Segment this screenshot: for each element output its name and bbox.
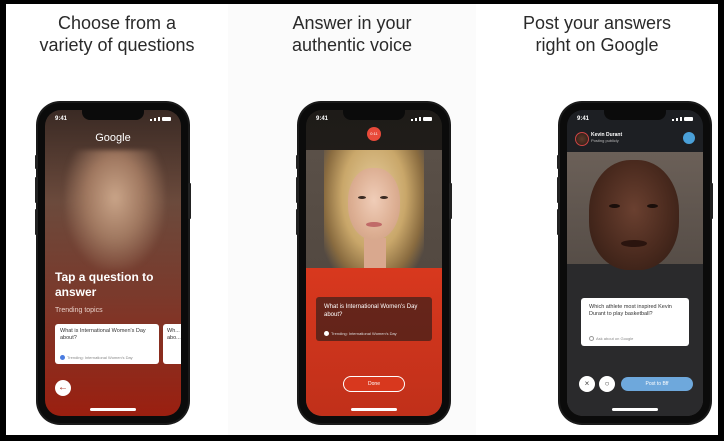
home-indicator	[90, 408, 136, 411]
section-label: Trending topics	[55, 307, 103, 314]
google-logo: Google	[95, 132, 131, 144]
topic-icon	[324, 331, 329, 336]
google-g-icon	[589, 336, 594, 341]
phone-mockup: 9:41 Kevin Durant Posting publicly Which…	[557, 103, 713, 423]
phone-screen: 9:41 0:11 What is International Women's …	[306, 110, 442, 416]
status-bar: 9:41	[577, 116, 693, 126]
panel-answer-voice: Answer in your authentic voice 9:41 0:11	[228, 4, 476, 435]
status-bar: 9:41	[55, 116, 171, 126]
person-face	[348, 168, 400, 240]
topic-label: Trending: International Women's Day	[67, 355, 133, 360]
person-shirt	[306, 268, 442, 416]
person-face	[589, 160, 679, 270]
caption-line-2: variety of questions	[39, 35, 195, 55]
panel-caption: Post your answers right on Google	[476, 12, 718, 56]
caption-line-2: authentic voice	[291, 35, 413, 55]
profile-action-icon[interactable]	[683, 132, 695, 144]
question-meta: Ask about on Google	[589, 336, 633, 341]
question-text: What is International Women's Day about?	[60, 328, 146, 341]
panel-post-answers: Post your answers right on Google 9:41 K…	[476, 4, 718, 435]
person-neck	[364, 238, 386, 270]
caption-line-1: Choose from a	[57, 13, 177, 33]
signal-icon	[150, 117, 171, 121]
back-arrow-icon[interactable]: ←	[55, 380, 71, 396]
panel-choose-questions: Choose from a variety of questions 9:41 …	[6, 4, 228, 435]
question-card-next[interactable]: Wh... abo...	[163, 324, 181, 364]
panel-caption: Choose from a variety of questions	[6, 12, 228, 56]
caption-line-2: right on Google	[535, 35, 659, 55]
panel-caption: Answer in your authentic voice	[228, 12, 476, 56]
post-controls: × ○ Post to Bff	[579, 376, 693, 392]
phone-screen: 9:41 Google Tap a question to answer Tre…	[45, 110, 181, 416]
signal-icon	[411, 117, 432, 121]
topic-label: Ask about on Google	[596, 336, 634, 341]
phone-screen: 9:41 Kevin Durant Posting publicly Which…	[567, 110, 703, 416]
post-button[interactable]: Post to Bff	[621, 377, 693, 391]
caption-line-1: Answer in your	[292, 13, 412, 33]
prompt-title: Tap a question to answer	[55, 270, 154, 299]
record-timer-badge: 0:11	[367, 127, 381, 141]
status-bar: 9:41	[316, 116, 432, 126]
avatar	[575, 132, 589, 146]
question-text: Which athlete most inspired Kevin Durant…	[589, 304, 672, 317]
screenshot-canvas: Choose from a variety of questions 9:41 …	[6, 4, 718, 435]
user-status: Posting publicly	[591, 138, 619, 143]
phone-mockup: 9:41 0:11 What is International Women's …	[296, 103, 452, 423]
question-meta: Trending: International Women's Day	[60, 355, 133, 360]
blurred-photo	[65, 150, 165, 270]
home-indicator	[612, 408, 658, 411]
question-card: Which athlete most inspired Kevin Durant…	[581, 298, 689, 346]
home-indicator	[351, 408, 397, 411]
question-overlay-card: What is International Women's Day about?…	[316, 297, 432, 341]
question-card[interactable]: What is International Women's Day about?…	[55, 324, 159, 364]
redo-icon[interactable]: ○	[599, 376, 615, 392]
status-time: 9:41	[577, 116, 590, 122]
close-icon[interactable]: ×	[579, 376, 595, 392]
status-time: 9:41	[55, 116, 68, 122]
phone-mockup: 9:41 Google Tap a question to answer Tre…	[35, 103, 191, 423]
status-time: 9:41	[316, 116, 329, 122]
profile-header: Kevin Durant Posting publicly	[575, 132, 695, 146]
topic-icon	[60, 355, 65, 360]
question-meta: Trending: International Women's Day	[324, 331, 397, 336]
signal-icon	[672, 117, 693, 121]
question-text: What is International Women's Day about?	[324, 304, 418, 318]
caption-line-1: Post your answers	[522, 13, 672, 33]
topic-label: Trending: International Women's Day	[331, 331, 397, 336]
record-button[interactable]: Done	[343, 376, 405, 392]
